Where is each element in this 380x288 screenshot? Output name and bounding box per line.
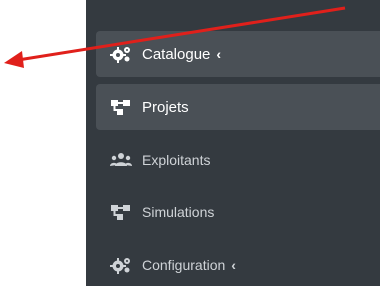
- users-icon: [110, 151, 132, 169]
- sitemap-icon: [110, 203, 132, 221]
- sidebar: Catalogue ‹ Projets Exploitants Simulati…: [86, 0, 380, 286]
- gears-icon: [110, 45, 132, 63]
- sidebar-item-catalogue[interactable]: Catalogue ‹: [96, 31, 380, 77]
- sidebar-item-simulations[interactable]: Simulations: [96, 189, 380, 235]
- chevron-left-icon: ‹: [216, 46, 222, 62]
- sidebar-item-label: Exploitants: [142, 152, 211, 168]
- sidebar-item-label: Configuration: [142, 257, 226, 273]
- sitemap-icon: [110, 98, 132, 116]
- sidebar-item-label: Projets: [142, 98, 189, 116]
- sidebar-item-projets[interactable]: Projets: [96, 84, 380, 130]
- gears-icon: [110, 256, 132, 274]
- sidebar-item-label: Catalogue: [142, 45, 211, 63]
- sidebar-item-configuration[interactable]: Configuration ‹: [96, 242, 380, 288]
- sidebar-item-label: Simulations: [142, 204, 215, 220]
- sidebar-item-exploitants[interactable]: Exploitants: [96, 137, 380, 183]
- chevron-left-icon: ‹: [231, 257, 236, 273]
